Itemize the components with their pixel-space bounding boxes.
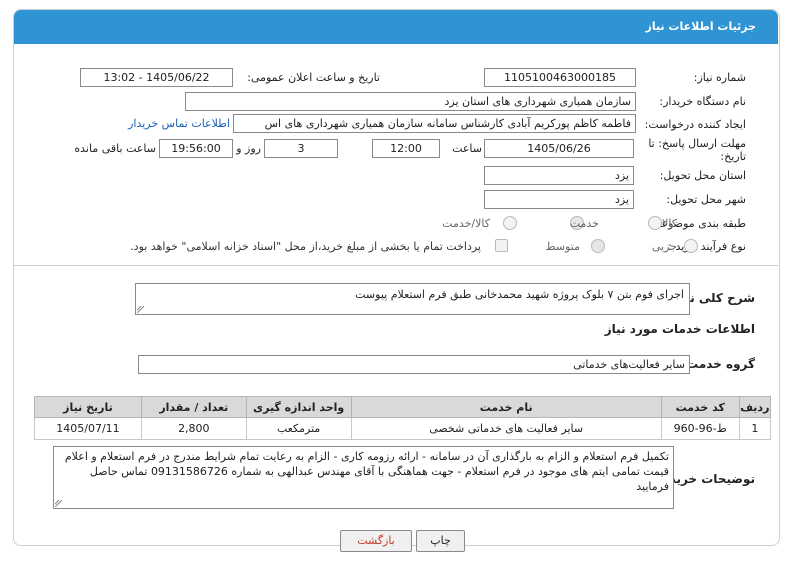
deadline-date-field[interactable]: 1405/06/26 (484, 139, 634, 158)
buyer-org-label: نام دستگاه خریدار: (659, 95, 746, 108)
remaining-time-label: ساعت باقی مانده (74, 142, 156, 155)
requester-label: ایجاد کننده درخواست: (644, 118, 746, 131)
back-button[interactable]: بازگشت (340, 530, 412, 552)
divider (14, 265, 778, 266)
col-row-number: ردیف (738, 396, 772, 418)
cell-need-date: 1405/07/11 (34, 417, 142, 440)
print-button[interactable]: چاپ (416, 530, 465, 552)
deadline-time-label: ساعت (452, 142, 482, 155)
announce-datetime-label: تاریخ و ساعت اعلان عمومی: (247, 71, 380, 84)
services-section-title: اطلاعات خدمات مورد نیاز (604, 322, 755, 336)
remaining-days-field[interactable]: 3 (264, 139, 338, 158)
resize-handle-icon[interactable] (137, 306, 144, 313)
option-service-label: خدمت (569, 217, 599, 230)
col-service-name: نام خدمت (350, 396, 662, 418)
service-group-field[interactable]: سایر فعالیت‌های خدماتی (138, 355, 690, 374)
cell-unit: مترمکعب (245, 417, 352, 440)
buyer-org-field[interactable]: سازمان همیاری شهرداری های استان یزد (185, 92, 636, 111)
col-quantity: تعداد / مقدار (140, 396, 247, 418)
option-goods-label: کالا (662, 217, 677, 230)
option-goods-service-label: کالا/خدمت (442, 217, 490, 230)
radio-medium[interactable] (591, 239, 605, 253)
header-bar: جزئیات اطلاعات نیاز (14, 10, 778, 44)
service-group-label: گروه خدمت: (681, 357, 755, 371)
col-need-date: تاریخ نیاز (34, 396, 142, 418)
cell-row-number: 1 (738, 417, 772, 440)
col-service-code: کد خدمت (660, 396, 740, 418)
treasury-checkbox[interactable] (495, 239, 508, 252)
need-number-label: شماره نیاز: (693, 71, 746, 84)
requester-field[interactable]: فاطمه کاظم پورکریم آبادی کارشناس سامانه … (233, 114, 636, 133)
option-medium-label: متوسط (545, 240, 580, 253)
table-row[interactable]: 1 ط-96-960 سایر فعالیت های خدماتی شخصی م… (34, 417, 772, 440)
delivery-province-field[interactable]: یزد (484, 166, 634, 185)
buyer-notes-text: تکمیل فرم استعلام و الزام به بارگذاری آن… (64, 450, 669, 493)
radio-goods-service[interactable] (503, 216, 517, 230)
cell-service-code: ط-96-960 (660, 417, 740, 440)
days-label: روز و (236, 142, 261, 155)
deadline-label-line2: تاریخ: (720, 150, 746, 163)
cell-quantity: 2,800 (140, 417, 247, 440)
col-unit: واحد اندازه گیری (245, 396, 352, 418)
deadline-time-field[interactable]: 12:00 (372, 139, 440, 158)
announce-datetime-field[interactable]: 1405/06/22 - 13:02 (80, 68, 233, 87)
services-table: ردیف کد خدمت نام خدمت واحد اندازه گیری ت… (34, 396, 772, 440)
treasury-note: پرداخت تمام یا بخشی از مبلغ خرید،از محل … (130, 240, 481, 253)
description-textarea[interactable]: اجرای فوم بتن ۷ بلوک پروژه شهید محمدخانی… (135, 283, 690, 315)
purchase-type-label: نوع فرآیند خرید : (668, 240, 746, 253)
delivery-city-field[interactable]: یزد (484, 190, 634, 209)
need-number-field[interactable]: 1105100463000185 (484, 68, 636, 87)
delivery-province-label: استان محل تحویل: (659, 169, 746, 182)
remaining-time-field[interactable]: 19:56:00 (159, 139, 233, 158)
table-header-row: ردیف کد خدمت نام خدمت واحد اندازه گیری ت… (34, 396, 772, 418)
radio-goods[interactable] (648, 216, 662, 230)
description-text: اجرای فوم بتن ۷ بلوک پروژه شهید محمدخانی… (355, 288, 684, 301)
delivery-city-label: شهر محل تحویل: (666, 193, 746, 206)
deadline-label-line1: مهلت ارسال پاسخ: تا (648, 137, 746, 150)
cell-service-name: سایر فعالیت های خدماتی شخصی (350, 417, 662, 440)
resize-handle-icon[interactable] (55, 500, 62, 507)
buyer-contact-link[interactable]: اطلاعات تماس خریدار (128, 117, 230, 130)
radio-minor[interactable] (684, 239, 698, 253)
header-title: جزئیات اطلاعات نیاز (645, 20, 757, 33)
buyer-notes-textarea[interactable]: تکمیل فرم استعلام و الزام به بارگذاری آن… (53, 446, 674, 509)
option-minor-label: جزیی (651, 240, 677, 253)
